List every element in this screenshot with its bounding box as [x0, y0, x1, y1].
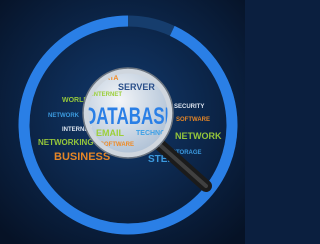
word-cloud-word: SOFTWARE [176, 117, 210, 123]
database-illustration: WORLD NETWORK NETWORKING BUSINESS SECURI… [0, 0, 245, 244]
word-cloud-word: NETWORKING [38, 138, 94, 147]
word-cloud-word: NETWORK [175, 131, 222, 141]
word-cloud-word: NETWORK [48, 113, 80, 119]
lens-word: EMAIL [96, 128, 125, 138]
word-cloud-word: BUSINESS [54, 151, 110, 163]
illustration-canvas: WORLD NETWORK NETWORKING BUSINESS SECURI… [0, 0, 245, 244]
word-cloud-word: SECURITY [174, 104, 204, 110]
lens-center-word: DATABASE [84, 103, 176, 130]
lens-word: INTERNET [92, 92, 122, 98]
lens-word: SERVER [118, 82, 155, 92]
